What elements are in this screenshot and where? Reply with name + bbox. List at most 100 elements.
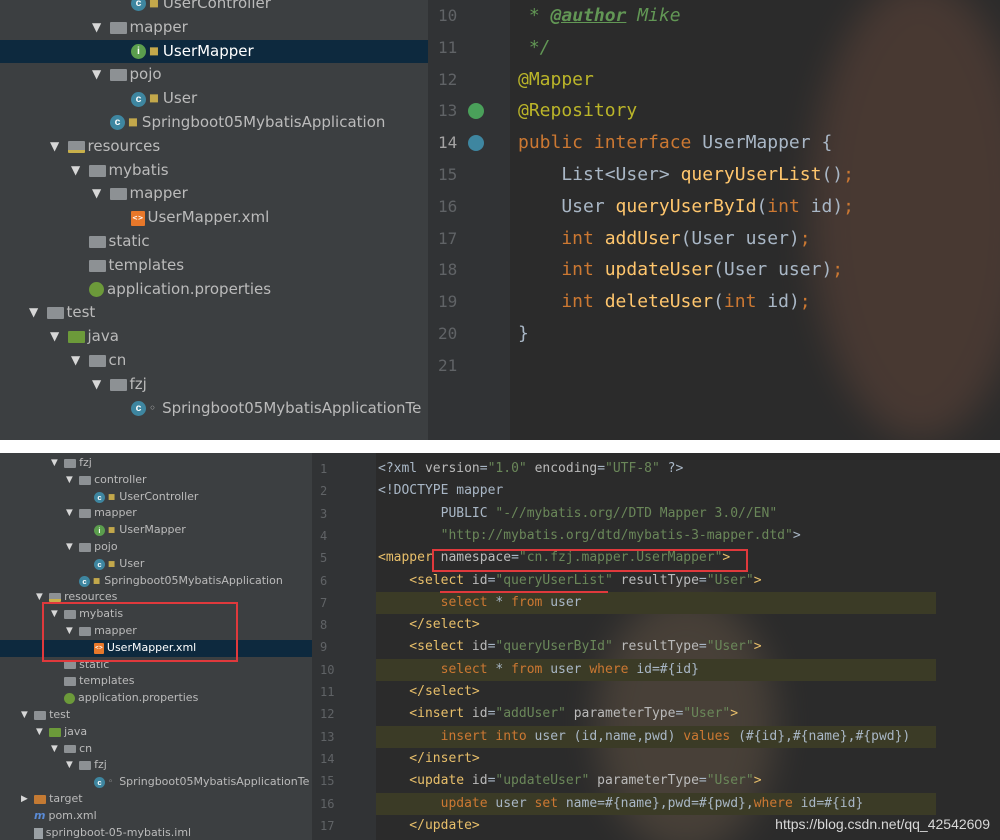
code-token: User xyxy=(518,195,616,217)
line-number: 7 xyxy=(320,595,328,610)
tree-item-mapper[interactable]: ▼ mapper xyxy=(0,505,312,522)
collapse-arrow-icon[interactable]: ▼ xyxy=(36,724,49,741)
collapse-arrow-icon[interactable]: ▼ xyxy=(92,182,110,206)
tree-item-springboot05mybatisapplication[interactable]: c ■ Springboot05MybatisApplication xyxy=(0,111,428,135)
tree-item-java[interactable]: ▼ java xyxy=(0,325,428,349)
implementing-method-icon[interactable] xyxy=(468,135,484,152)
folder-icon xyxy=(68,140,85,153)
tree-item-fzj[interactable]: ▼ fzj xyxy=(0,757,312,774)
tree-item-resources[interactable]: ▼ resources xyxy=(0,135,428,159)
code-token: > xyxy=(730,706,739,722)
code-token: user xyxy=(550,661,590,677)
code-editor[interactable]: * @author Mike */ @Mapper @Repository publi… xyxy=(510,0,1000,440)
tree-item-pojo[interactable]: ▼ pojo xyxy=(0,539,312,556)
code-token: deleteUser xyxy=(604,291,714,313)
dot-icon: ◦ xyxy=(108,777,114,788)
tree-item-user[interactable]: c ■ User xyxy=(0,87,428,111)
collapse-arrow-icon[interactable]: ▼ xyxy=(51,741,64,758)
tree-item-usermapper-xml[interactable]: <> UserMapper.xml xyxy=(0,206,428,230)
tree-item-usercontroller[interactable]: c ■ UserController xyxy=(0,0,428,16)
tree-item-pojo[interactable]: ▼ pojo xyxy=(0,63,428,87)
class-icon: c xyxy=(131,0,146,12)
folder-icon xyxy=(89,259,106,272)
line-number: 16 xyxy=(320,796,335,811)
tree-item-mapper[interactable]: ▼ mapper xyxy=(0,182,428,206)
code-line: List<User> queryUserList(); xyxy=(518,159,854,191)
code-token: "addUser" xyxy=(495,706,566,722)
code-editor[interactable]: <?xml version="1.0" encoding="UTF-8" ?> <… xyxy=(376,453,1000,840)
collapse-arrow-icon[interactable]: ▼ xyxy=(21,707,34,724)
tree-item-target[interactable]: ▶ target xyxy=(0,791,312,808)
tree-item-java[interactable]: ▼ java xyxy=(0,724,312,741)
bottom-screenshot: ▼ fzj ▼ controller c ■ UserController ▼ mapper i ■… xyxy=(0,453,1000,840)
implementing-method-icon[interactable] xyxy=(468,103,484,120)
line-number: 16 xyxy=(438,196,458,216)
tree-item-usermapper[interactable]: i ■ UserMapper xyxy=(0,522,312,539)
tree-item-label: templates xyxy=(108,255,185,274)
tree-item-cn[interactable]: ▼ cn xyxy=(0,349,428,373)
code-token: > xyxy=(753,773,762,789)
tree-item-label: static xyxy=(108,232,150,250)
tree-item-application-properties[interactable]: application.properties xyxy=(0,278,428,302)
code-line: PUBLIC "-//mybatis.org//DTD Mapper 3.0//… xyxy=(378,503,778,525)
tree-item-user[interactable]: c ■ User xyxy=(0,556,312,573)
code-token: > xyxy=(753,572,762,588)
tree-item-templates[interactable]: templates xyxy=(0,254,428,278)
access-lock-icon: ■ xyxy=(108,491,116,501)
tree-item-application-properties[interactable]: application.properties xyxy=(0,690,312,707)
collapse-arrow-icon[interactable]: ▼ xyxy=(71,349,89,373)
tree-item-templates[interactable]: templates xyxy=(0,673,312,690)
code-token: id) xyxy=(767,291,800,313)
code-token: queryUserList xyxy=(680,164,822,185)
tree-item-fzj[interactable]: ▼ fzj xyxy=(0,373,428,397)
tree-item-springboot05mybatisapplicationte[interactable]: c ◦ Springboot05MybatisApplicationTe xyxy=(0,397,428,421)
collapse-arrow-icon[interactable]: ▼ xyxy=(66,505,79,522)
folder-icon xyxy=(110,21,127,34)
collapse-arrow-icon[interactable]: ▼ xyxy=(66,539,79,556)
tree-item-controller[interactable]: ▼ controller xyxy=(0,472,312,489)
collapse-arrow-icon[interactable]: ▼ xyxy=(29,301,47,325)
access-lock-icon: ■ xyxy=(149,44,159,57)
code-token: */ xyxy=(518,36,551,58)
tree-item-label: java xyxy=(87,327,119,346)
tree-item-fzj[interactable]: ▼ fzj xyxy=(0,455,312,472)
code-token: where xyxy=(753,795,801,811)
code-token: (User user) xyxy=(680,227,800,249)
tree-item-static[interactable]: static xyxy=(0,230,428,254)
collapse-arrow-icon[interactable]: ▼ xyxy=(51,455,64,472)
collapse-arrow-icon[interactable]: ▼ xyxy=(66,472,79,489)
line-number: 12 xyxy=(320,707,335,722)
tree-item-pom-xml[interactable]: m pom.xml xyxy=(0,808,312,825)
code-line: select * from user where id=#{id} xyxy=(378,659,699,681)
line-number: 10 xyxy=(438,6,458,25)
tree-item-test[interactable]: ▼ test xyxy=(0,301,428,325)
tree-item-test[interactable]: ▼ test xyxy=(0,707,312,724)
collapse-arrow-icon[interactable]: ▼ xyxy=(50,135,68,159)
code-token: select xyxy=(378,661,496,677)
code-token: <insert xyxy=(378,706,472,722)
code-token: int xyxy=(518,259,605,281)
collapse-arrow-icon[interactable]: ▼ xyxy=(92,373,110,397)
code-line: */ xyxy=(518,32,551,64)
tree-item-springboot05mybatisapplicationte[interactable]: c ◦ Springboot05MybatisApplicationTe xyxy=(0,774,312,791)
tree-item-mybatis[interactable]: ▼ mybatis xyxy=(0,159,428,183)
tree-item-usermapper[interactable]: i ■ UserMapper xyxy=(0,39,428,64)
access-lock-icon: ■ xyxy=(108,525,116,535)
tree-item-label: UserController xyxy=(119,489,199,503)
collapse-arrow-icon[interactable]: ▼ xyxy=(66,757,79,774)
tree-item-cn[interactable]: ▼ cn xyxy=(0,741,312,758)
folder-icon xyxy=(79,475,92,485)
tree-item-springboot-05-mybatis-iml[interactable]: springboot-05-mybatis.iml xyxy=(0,825,312,840)
tree-item-usercontroller[interactable]: c ■ UserController xyxy=(0,489,312,506)
collapse-arrow-icon[interactable]: ▼ xyxy=(50,325,68,349)
collapse-arrow-icon[interactable]: ▼ xyxy=(71,159,89,183)
code-token: "queryUserList" xyxy=(495,572,613,588)
tree-item-label: resources xyxy=(87,136,161,155)
collapse-arrow-icon[interactable]: ▼ xyxy=(92,63,110,87)
expand-arrow-icon[interactable]: ▶ xyxy=(21,791,34,808)
tree-item-mapper[interactable]: ▼ mapper xyxy=(0,16,428,40)
collapse-arrow-icon[interactable]: ▼ xyxy=(92,16,110,40)
tree-item-label: User xyxy=(162,89,198,108)
tree-item-springboot05mybatisapplication[interactable]: c ■ Springboot05MybatisApplication xyxy=(0,573,312,590)
